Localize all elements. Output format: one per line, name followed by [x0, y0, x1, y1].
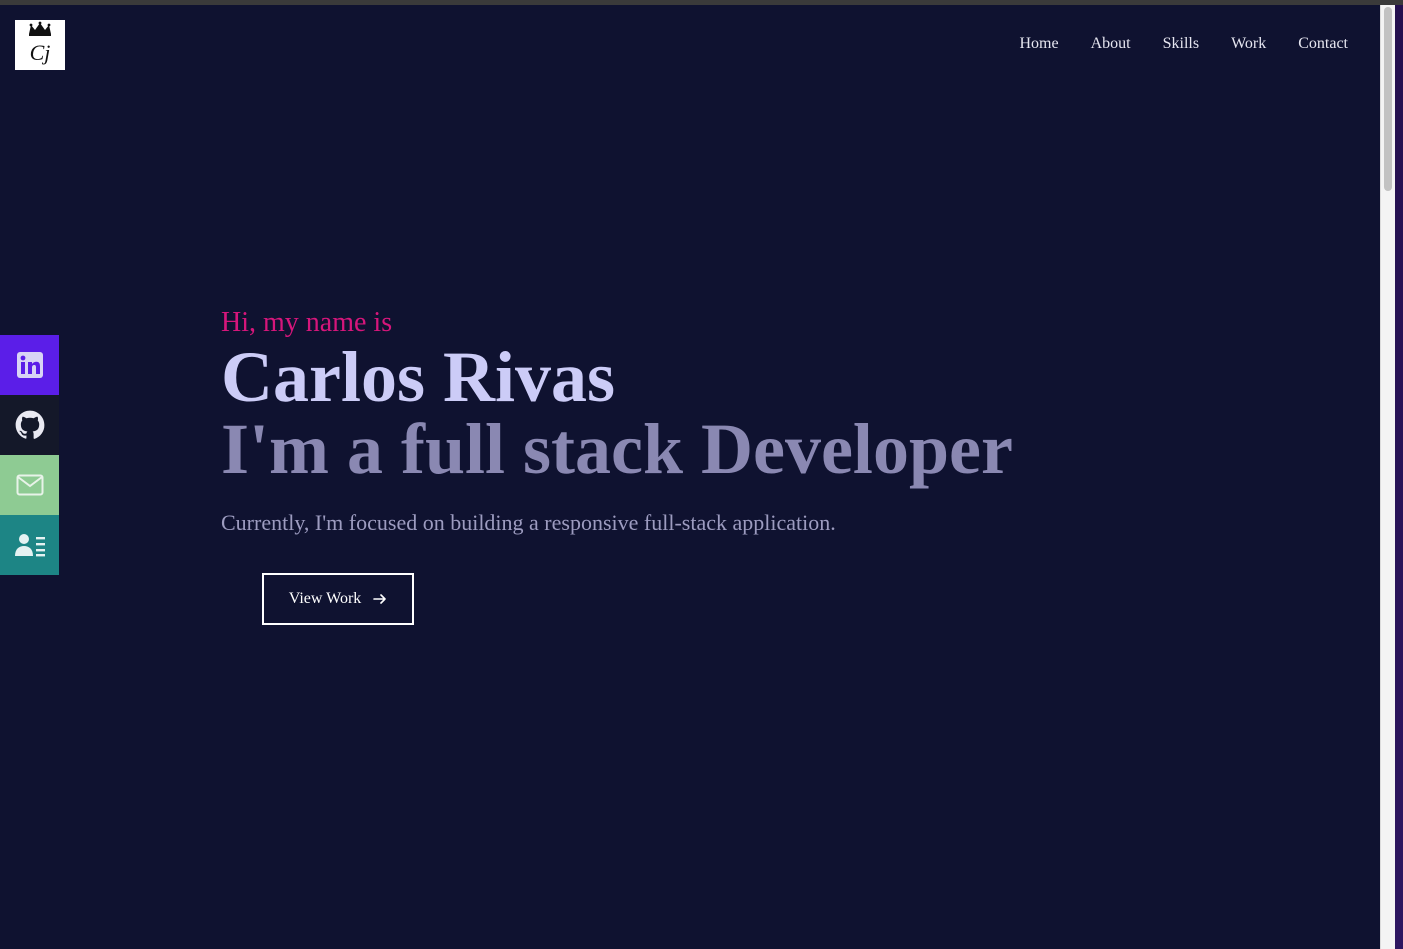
linkedin-link[interactable] — [0, 335, 59, 395]
hero-greeting: Hi, my name is — [221, 307, 393, 338]
hero-name: Carlos Rivas — [221, 337, 615, 417]
view-work-button[interactable]: View Work — [262, 573, 414, 625]
site-logo[interactable]: Cj — [15, 20, 65, 70]
view-work-label: View Work — [288, 590, 362, 607]
nav-work[interactable]: Work — [1231, 35, 1266, 53]
nav-home[interactable]: Home — [1020, 35, 1059, 53]
vertical-scrollbar[interactable] — [1380, 5, 1395, 949]
nav-about[interactable]: About — [1091, 35, 1131, 53]
github-link[interactable] — [0, 395, 59, 455]
hero-section: Hi, my name is Carlos Rivas I'm a full s… — [221, 305, 1013, 537]
main-nav: Home About Skills Work Contact — [1020, 35, 1349, 53]
email-link[interactable] — [0, 455, 59, 515]
hero-description: Currently, I'm focused on building a res… — [221, 510, 836, 535]
resume-link[interactable] — [0, 515, 59, 575]
hero-role: I'm a full stack Developer — [221, 409, 1013, 489]
window-right-edge — [1395, 5, 1403, 949]
linkedin-icon — [16, 352, 43, 378]
logo-monogram: Cj — [30, 40, 51, 65]
social-sidebar — [0, 335, 59, 575]
resume-icon — [14, 534, 45, 557]
scrollbar-thumb[interactable] — [1384, 7, 1392, 191]
nav-contact[interactable]: Contact — [1298, 35, 1348, 53]
github-icon — [15, 410, 44, 439]
page: Cj Home About Skills Work Contact Hi, my… — [0, 5, 1380, 949]
mail-icon — [16, 474, 43, 496]
nav-skills[interactable]: Skills — [1163, 35, 1199, 53]
arrow-right-icon — [373, 594, 387, 604]
crown-monogram-icon: Cj — [29, 21, 51, 65]
